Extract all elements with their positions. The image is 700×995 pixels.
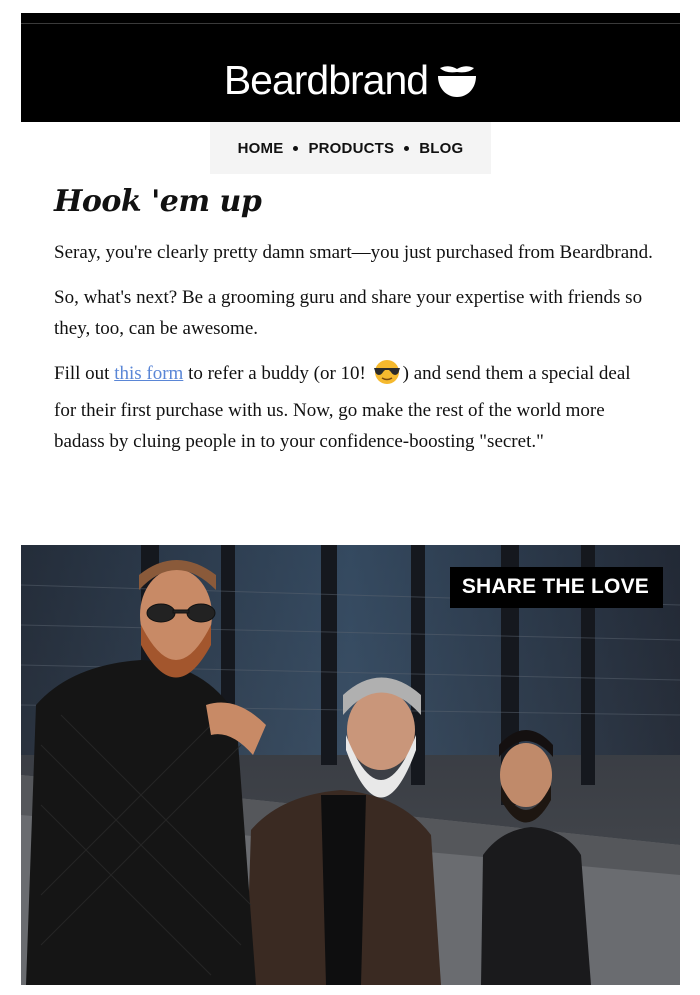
- article-body: Hook 'em up Seray, you're clearly pretty…: [54, 184, 654, 471]
- nav-separator: [293, 145, 299, 151]
- nav-blog[interactable]: BLOG: [419, 140, 463, 157]
- header-divider: [21, 23, 680, 24]
- hero-image[interactable]: SHARE THE LOVE: [21, 545, 680, 985]
- top-nav: HOME PRODUCTS BLOG: [210, 122, 491, 174]
- nav-home[interactable]: HOME: [238, 140, 284, 157]
- paragraph-next: So, what's next? Be a grooming guru and …: [54, 287, 643, 339]
- brand-logo[interactable]: Beardbrand: [21, 57, 680, 104]
- three-bearded-men-photo: [21, 545, 680, 985]
- paragraph-referral: Fill out this form to refer a buddy (or …: [54, 358, 654, 457]
- referral-text-mid: to refer a buddy (or 10!: [183, 363, 371, 384]
- share-the-love-badge: SHARE THE LOVE: [449, 567, 663, 608]
- brand-name: Beardbrand: [223, 57, 429, 103]
- referral-text-start: Fill out: [54, 363, 115, 384]
- paragraph-intro: Seray, you're clearly pretty damn smart—…: [54, 242, 653, 263]
- article-title: Hook 'em up: [54, 184, 262, 219]
- nav-products[interactable]: PRODUCTS: [308, 140, 394, 157]
- referral-form-link[interactable]: this form: [114, 363, 183, 384]
- email-header: Beardbrand: [21, 13, 680, 122]
- nav-separator: [404, 145, 410, 151]
- sunglasses-emoji-icon: [372, 359, 402, 395]
- beard-icon: [437, 64, 477, 102]
